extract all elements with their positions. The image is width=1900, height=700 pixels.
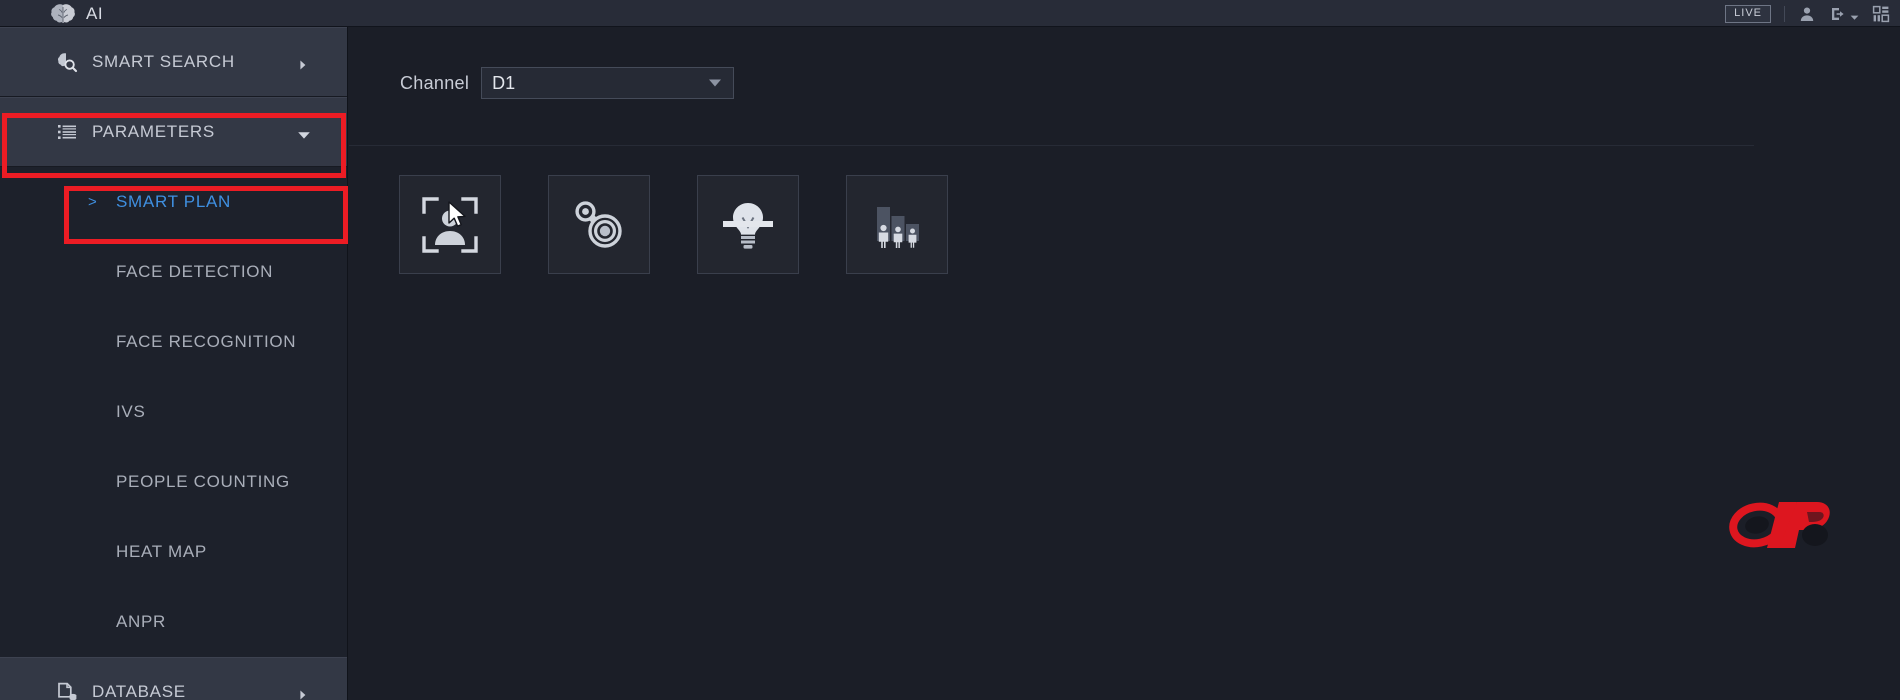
caret-down-icon[interactable] [709, 79, 722, 87]
logout-menu[interactable] [1829, 5, 1859, 23]
channel-label: Channel [400, 72, 470, 93]
sidebar-item-label: SMART PLAN [116, 192, 232, 211]
chevron-down-icon[interactable] [297, 126, 310, 139]
people-bar-chart-icon [867, 195, 927, 255]
user-icon[interactable] [1798, 5, 1816, 23]
sidebar-group-database[interactable]: DATABASE [0, 657, 347, 700]
logout-icon[interactable] [1829, 5, 1847, 23]
sidebar-item-label: FACE DETECTION [116, 262, 274, 281]
sidebar-item-anpr[interactable]: ANPR [0, 587, 347, 657]
topbar-divider [1784, 5, 1785, 22]
heat-map-tile[interactable] [697, 175, 799, 274]
sidebar-item-label: HEAT MAP [116, 542, 207, 561]
face-detection-tile[interactable] [399, 175, 501, 274]
chevron-right-small-icon: > [88, 193, 98, 211]
ivs-tile[interactable] [548, 175, 650, 274]
sidebar-item-face-recognition[interactable]: FACE RECOGNITION [0, 307, 347, 377]
topbar-actions: LIVE [1725, 0, 1890, 27]
live-badge[interactable]: LIVE [1725, 4, 1771, 23]
sidebar-group-label: SMART SEARCH [92, 52, 235, 71]
sidebar-group-label: PARAMETERS [92, 122, 215, 141]
sidebar-item-heat-map[interactable]: HEAT MAP [0, 517, 347, 587]
sidebar-item-label: PEOPLE COUNTING [116, 472, 290, 491]
sidebar-item-smart-plan[interactable]: > SMART PLAN [0, 167, 347, 237]
sidebar: SMART SEARCH PARAMETERS > SMART PLAN FAC… [0, 27, 348, 700]
sidebar-item-ivs[interactable]: IVS [0, 377, 347, 447]
apps-grid-icon[interactable] [1872, 5, 1890, 23]
app-window: AI LIVE SMART SEARCH PARAMETERS > SMART … [0, 0, 1900, 700]
sidebar-group-label: DATABASE [92, 682, 186, 700]
brain-search-icon [56, 51, 78, 73]
lightbulb-line-icon [718, 195, 778, 255]
sidebar-item-label: ANPR [116, 612, 167, 631]
smart-plan-tiles [399, 175, 948, 274]
channel-select-value: D1 [492, 72, 516, 93]
top-header-bar: AI LIVE [0, 0, 1900, 27]
channel-row: Channel D1 [400, 67, 735, 99]
chevron-down-icon[interactable] [1850, 9, 1859, 20]
sidebar-group-parameters[interactable]: PARAMETERS [0, 97, 347, 167]
sidebar-item-people-counting[interactable]: PEOPLE COUNTING [0, 447, 347, 517]
list-icon [56, 121, 78, 143]
sidebar-group-smart-search[interactable]: SMART SEARCH [0, 27, 347, 97]
database-icon [56, 681, 78, 700]
aip-logo-watermark [1723, 494, 1848, 552]
app-title: AI [86, 4, 104, 23]
chevron-right-icon[interactable] [297, 56, 309, 70]
tripwire-circles-icon [569, 195, 629, 255]
sidebar-item-label: FACE RECOGNITION [116, 332, 297, 351]
main-content: Channel D1 [349, 27, 1900, 700]
channel-select[interactable]: D1 [481, 67, 735, 99]
sidebar-item-face-detection[interactable]: FACE DETECTION [0, 237, 347, 307]
content-divider [349, 145, 1754, 146]
brain-icon [50, 3, 76, 25]
sidebar-item-label: IVS [116, 402, 146, 421]
app-title-group: AI [50, 2, 103, 26]
person-in-frame-icon [420, 195, 480, 255]
people-counting-tile[interactable] [846, 175, 948, 274]
chevron-right-icon[interactable] [297, 686, 309, 700]
